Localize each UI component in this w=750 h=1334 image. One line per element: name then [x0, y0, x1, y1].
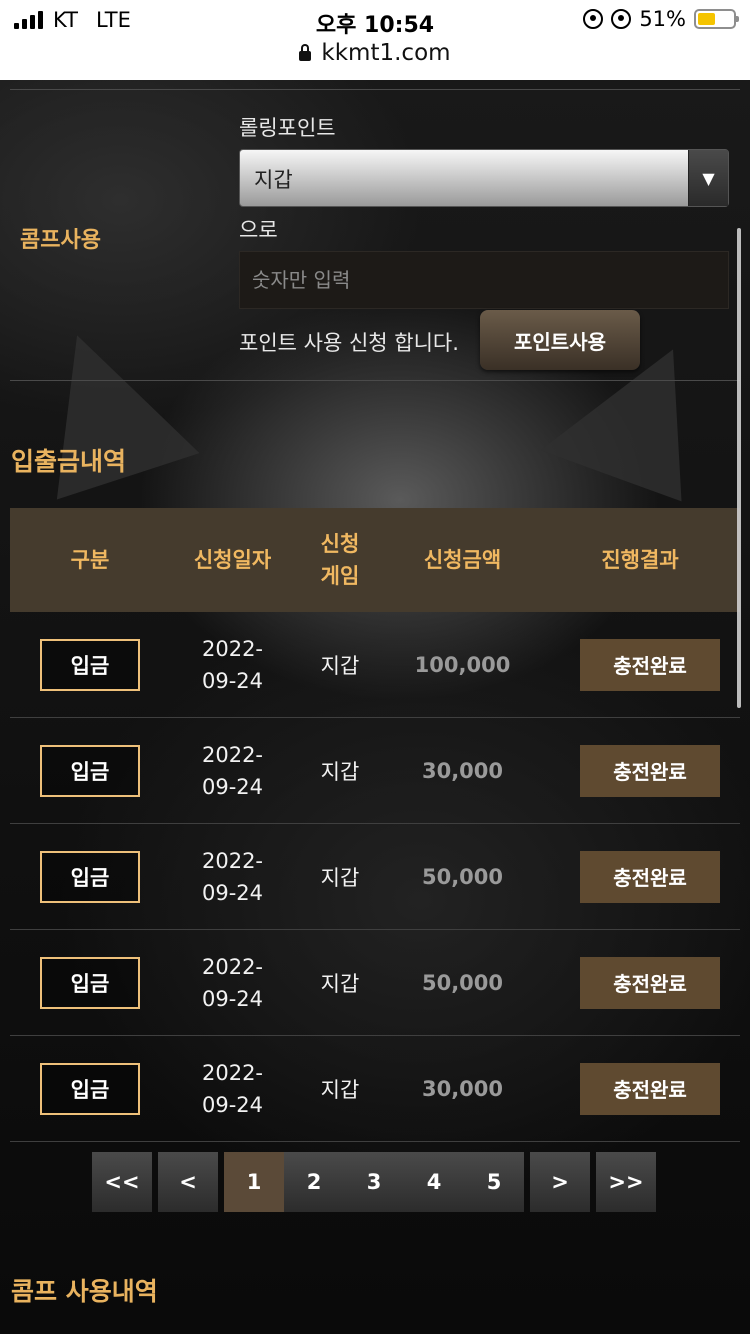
- first-page-button[interactable]: <<: [92, 1152, 152, 1212]
- comp-use-label: 콤프사용: [20, 228, 101, 253]
- column-header-amount: 신청금액: [423, 548, 502, 572]
- column-header-date: 신청일자: [193, 548, 272, 572]
- status-badge: 충전완료: [580, 850, 720, 903]
- table-row: 입금 2022- 09-24 지갑 50,000 충전완료: [10, 824, 740, 930]
- table-row: 입금 2022- 09-24 지갑 30,000 충전완료: [10, 718, 740, 824]
- status-bar: KT LTE 오후 10:54 51% kkmt1.com: [0, 0, 750, 80]
- column-header-status: 진행결과: [601, 548, 679, 572]
- status-right: 51%: [583, 7, 739, 31]
- request-game: 지갑: [320, 653, 360, 678]
- request-amount: 50,000: [421, 864, 504, 889]
- type-badge: 입금: [40, 638, 140, 691]
- type-badge: 입금: [40, 956, 140, 1009]
- pagination: << < 1 2 3 4 5 > >>: [92, 1152, 656, 1212]
- url-text: kkmt1.com: [321, 40, 451, 66]
- divider: [10, 380, 740, 381]
- rolling-point-label: 롤링포인트: [239, 116, 336, 140]
- request-game: 지갑: [320, 759, 360, 784]
- battery-icon: [694, 9, 739, 29]
- page-button-2[interactable]: 2: [284, 1152, 344, 1212]
- table-row: 입금 2022- 09-24 지갑 100,000 충전완료: [10, 612, 740, 718]
- column-header-type: 구분: [70, 548, 110, 572]
- use-point-button[interactable]: 포인트사용: [480, 310, 640, 370]
- table-row: 입금 2022- 09-24 지갑 30,000 충전완료: [10, 1036, 740, 1142]
- type-badge: 입금: [40, 1062, 140, 1115]
- request-amount: 30,000: [421, 1076, 504, 1101]
- request-date: 2022- 09-24: [201, 1060, 264, 1117]
- comp-history-title: 콤프 사용내역: [11, 1277, 158, 1306]
- select-value: 지갑: [254, 168, 293, 192]
- status-badge: 충전완료: [580, 744, 720, 797]
- status-badge: 충전완료: [580, 956, 720, 1009]
- scrollbar[interactable]: [737, 228, 741, 708]
- next-page-button[interactable]: >: [530, 1152, 590, 1212]
- table-header: 구분 신청일자 신청 게임 신청금액 진행결과: [10, 508, 740, 612]
- page-button-5[interactable]: 5: [464, 1152, 524, 1212]
- deposit-history-title: 입출금내역: [11, 447, 127, 476]
- request-date: 2022- 09-24: [201, 954, 264, 1011]
- page-button-1[interactable]: 1: [224, 1152, 284, 1212]
- request-game: 지갑: [320, 865, 360, 890]
- prev-page-button[interactable]: <: [158, 1152, 218, 1212]
- wallet-select[interactable]: 지갑 ▼: [239, 149, 729, 207]
- request-amount: 100,000: [414, 652, 511, 677]
- lock-icon: [299, 44, 312, 61]
- url-bar[interactable]: kkmt1.com: [0, 40, 750, 66]
- last-page-button[interactable]: >>: [596, 1152, 656, 1212]
- alarm-icon: [611, 9, 632, 29]
- page-button-3[interactable]: 3: [344, 1152, 404, 1212]
- request-date: 2022- 09-24: [201, 848, 264, 905]
- type-badge: 입금: [40, 744, 140, 797]
- request-amount: 50,000: [421, 970, 504, 995]
- rotation-lock-icon: [583, 9, 604, 29]
- type-badge: 입금: [40, 850, 140, 903]
- status-badge: 충전완료: [580, 1062, 720, 1115]
- request-amount: 30,000: [421, 758, 504, 783]
- point-amount-input[interactable]: [239, 251, 729, 309]
- chevron-down-icon[interactable]: ▼: [688, 150, 728, 206]
- divider: [10, 89, 740, 90]
- request-game: 지갑: [320, 971, 360, 996]
- apply-text: 포인트 사용 신청 합니다.: [239, 331, 459, 355]
- page-button-4[interactable]: 4: [404, 1152, 464, 1212]
- battery-percent: 51%: [639, 7, 686, 31]
- table-row: 입금 2022- 09-24 지갑 50,000 충전완료: [10, 930, 740, 1036]
- to-label: 으로: [239, 218, 278, 242]
- status-badge: 충전완료: [580, 638, 720, 691]
- request-date: 2022- 09-24: [201, 742, 264, 799]
- column-header-game: 신청 게임: [320, 532, 360, 588]
- request-date: 2022- 09-24: [201, 636, 264, 693]
- request-game: 지갑: [320, 1077, 360, 1102]
